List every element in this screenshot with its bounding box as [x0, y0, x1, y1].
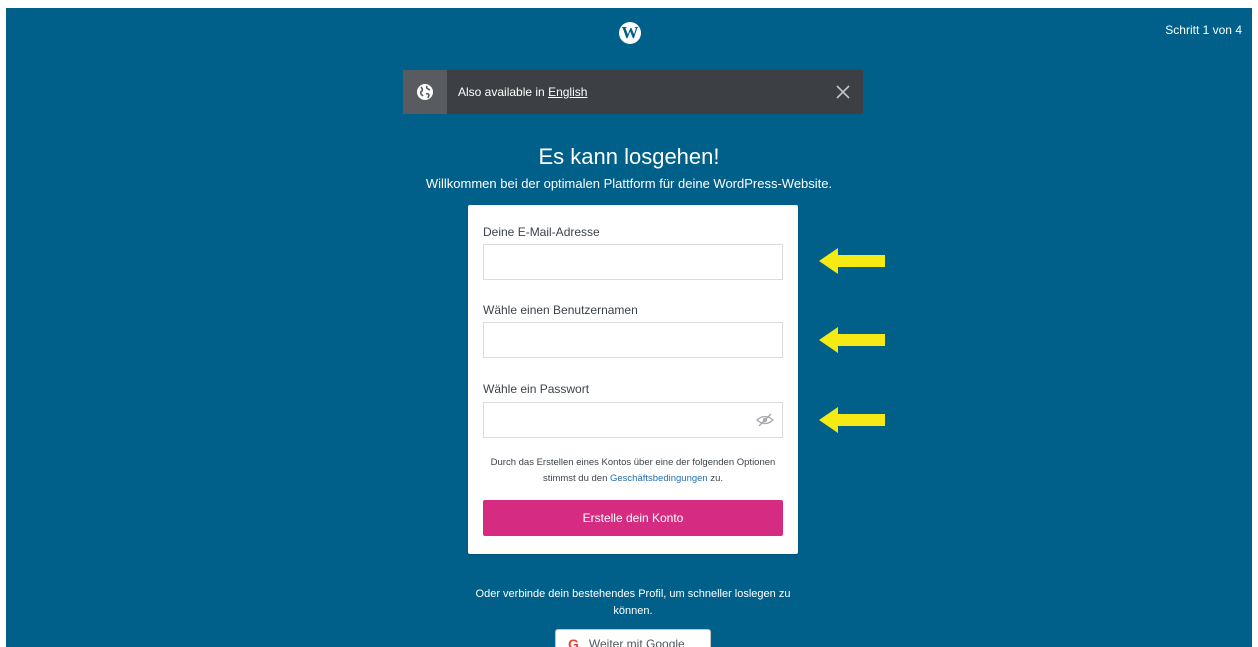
wordpress-logo-icon[interactable]: W: [619, 22, 641, 44]
password-field[interactable]: [483, 402, 783, 438]
signup-form: Deine E-Mail-Adresse Wähle einen Benutze…: [468, 205, 798, 554]
english-link[interactable]: English: [548, 85, 587, 99]
email-field[interactable]: [483, 244, 783, 280]
step-indicator: Schritt 1 von 4: [1165, 23, 1242, 37]
google-signin-button[interactable]: G Weiter mit Google: [555, 629, 711, 647]
language-banner: Also available in English: [403, 70, 863, 114]
eye-slash-icon[interactable]: [756, 413, 774, 427]
close-icon[interactable]: [823, 70, 863, 114]
page-title: Es kann losgehen!: [538, 144, 720, 169]
username-label: Wähle einen Benutzernamen: [483, 303, 638, 317]
username-field[interactable]: [483, 322, 783, 358]
create-account-button[interactable]: Erstelle dein Konto: [483, 500, 783, 536]
terms-text-part2: zu.: [710, 473, 724, 484]
google-signin-label: Weiter mit Google: [588, 637, 685, 647]
password-label: Wähle ein Passwort: [483, 382, 590, 396]
terms-link[interactable]: Geschäftsbedingungen: [610, 473, 708, 484]
email-label: Deine E-Mail-Adresse: [483, 225, 600, 239]
language-banner-text: Also available in English: [458, 85, 823, 99]
alternative-signup-text: Oder verbinde dein bestehendes Profil, u…: [475, 588, 791, 617]
globe-icon: [403, 70, 447, 114]
arrow-left-icon: [819, 407, 885, 433]
arrow-left-icon: [819, 248, 885, 274]
signup-page: W Schritt 1 von 4 Also available in Engl…: [6, 8, 1252, 647]
terms-text: Durch das Erstellen eines Kontos über ei…: [483, 455, 783, 487]
arrow-left-icon: [819, 327, 885, 353]
language-banner-label: Also available in: [458, 85, 545, 99]
google-icon: G: [568, 636, 579, 647]
page-subtitle: Willkommen bei der optimalen Plattform f…: [425, 176, 833, 191]
